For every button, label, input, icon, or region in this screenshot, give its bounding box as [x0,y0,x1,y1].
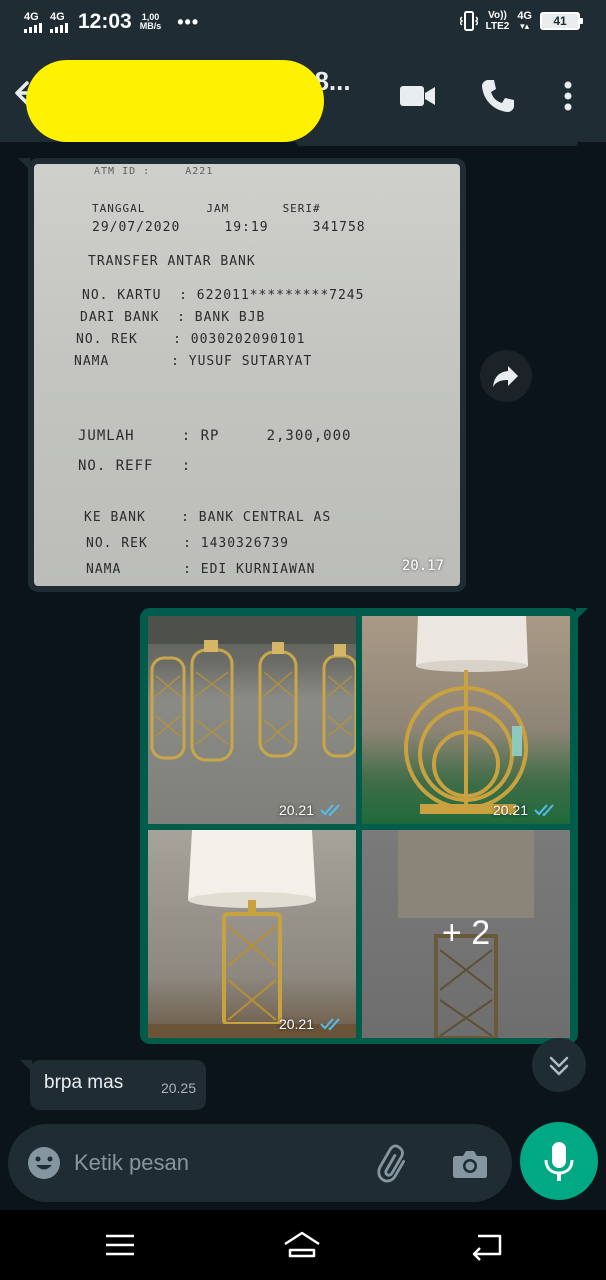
camera-icon[interactable] [450,1144,490,1184]
receipt-line: TRANSFER ANTAR BANK [88,254,256,269]
incoming-text-message[interactable]: brpa mas 20.25 [30,1060,206,1110]
receipt-line: NAMA : EDI KURNIAWAN [86,562,316,577]
volte-indicator: Vo)) LTE2 [486,10,510,32]
battery-icon: 41 [540,12,583,30]
forward-button[interactable] [480,350,532,402]
double-check-icon [320,804,340,817]
receipt-line: NO. REK : 1430326739 [86,536,290,551]
voice-message-button[interactable] [520,1122,598,1200]
scroll-to-bottom-button[interactable] [532,1038,586,1092]
photo-thumbnail[interactable]: 20.21 [148,616,356,824]
photo-thumbnail[interactable]: 20.21 [148,830,356,1038]
sim2-network-label: 4G [50,10,65,23]
receipt-line: JUMLAH : RP 2,300,000 [78,428,352,444]
message-composer [8,1124,512,1202]
receipt-line: NO. REFF : [78,458,192,474]
speed-unit: MB/s [139,21,162,31]
message-time: 20.21 [492,802,528,818]
message-input[interactable] [74,1142,364,1184]
microphone-icon [544,1142,574,1181]
message-text: brpa mas [44,1072,124,1093]
more-photos-thumbnail[interactable]: + 2 [362,830,570,1038]
status-left: 4G 4G 12:03 1,00 MB/s ••• [24,9,199,35]
chat-area[interactable]: ATM ID : A221 TANGGAL JAM SERI# 29/07/20… [0,142,606,1126]
volte-line2: LTE2 [485,21,510,32]
clock: 12:03 [78,10,132,33]
more-vert-icon[interactable] [553,76,583,116]
back-nav-icon[interactable] [466,1228,506,1262]
phone-icon[interactable] [478,76,518,116]
receipt-line: TANGGAL JAM SERI# [92,202,321,215]
data-network-icon: 4G ▾▴ [517,10,532,31]
incoming-image-message[interactable]: ATM ID : A221 TANGGAL JAM SERI# 29/07/20… [28,158,466,592]
status-right: Vo)) LTE2 4G ▾▴ 41 [459,10,583,32]
double-check-icon [320,1018,340,1031]
message-time: 20.17 [401,558,444,574]
transfer-receipt-photo[interactable]: ATM ID : A221 TANGGAL JAM SERI# 29/07/20… [34,164,460,586]
lamp-bases-photo [148,616,356,762]
volte-line1: Vo)) [488,10,507,21]
outgoing-photo-album[interactable]: 20.21 20.21 20.21 + 2 [140,608,578,1044]
receipt-line: NAMA : YUSUF SUTARYAT [74,354,313,369]
receipt-line: ATM ID : A221 [94,166,214,177]
more-photos-count: + 2 [441,914,491,952]
network-speed: 1,00 MB/s [140,13,162,31]
forward-icon [493,366,518,387]
double-chevron-down-icon [549,1056,569,1076]
attach-icon[interactable] [374,1144,414,1184]
photo-thumbnail[interactable]: 20.21 [362,616,570,824]
receipt-line: DARI BANK : BANK BJB [80,310,266,325]
message-time: 20.25 [160,1080,196,1096]
status-bar: 4G 4G 12:03 1,00 MB/s ••• Vo)) LTE2 4G ▾… [0,0,606,46]
system-navigation-bar [0,1210,606,1280]
more-notifications-icon: ••• [177,11,200,32]
home-icon[interactable] [282,1228,322,1262]
emoji-icon[interactable] [26,1145,62,1181]
video-call-icon[interactable] [398,76,438,116]
receipt-line: NO. KARTU : 622011*********7245 [82,288,365,303]
recent-apps-icon[interactable] [100,1228,140,1262]
receipt-line: 29/07/2020 19:19 341758 [92,220,366,235]
message-status: 20.21 [493,802,560,818]
message-time: 20.21 [278,1016,314,1032]
ring-lamp-photo [404,616,528,814]
vibrate-icon [459,11,478,31]
sim1-network-label: 4G [24,10,39,23]
message-status: 20.21 [279,1016,346,1032]
sim1-signal-icon: 4G [24,10,42,33]
double-check-icon [534,804,554,817]
message-status: 20.21 [279,802,346,818]
receipt-line: NO. REK : 0030202090101 [76,332,306,347]
date-pill-edge [296,142,578,146]
receipt-line: KE BANK : BANK CENTRAL AS [84,510,332,525]
redaction-mark [26,60,324,142]
sim2-signal-icon: 4G [50,10,68,33]
table-lamp-photo [148,830,356,1038]
message-time: 20.21 [278,802,314,818]
chat-header: 68... [0,46,606,142]
